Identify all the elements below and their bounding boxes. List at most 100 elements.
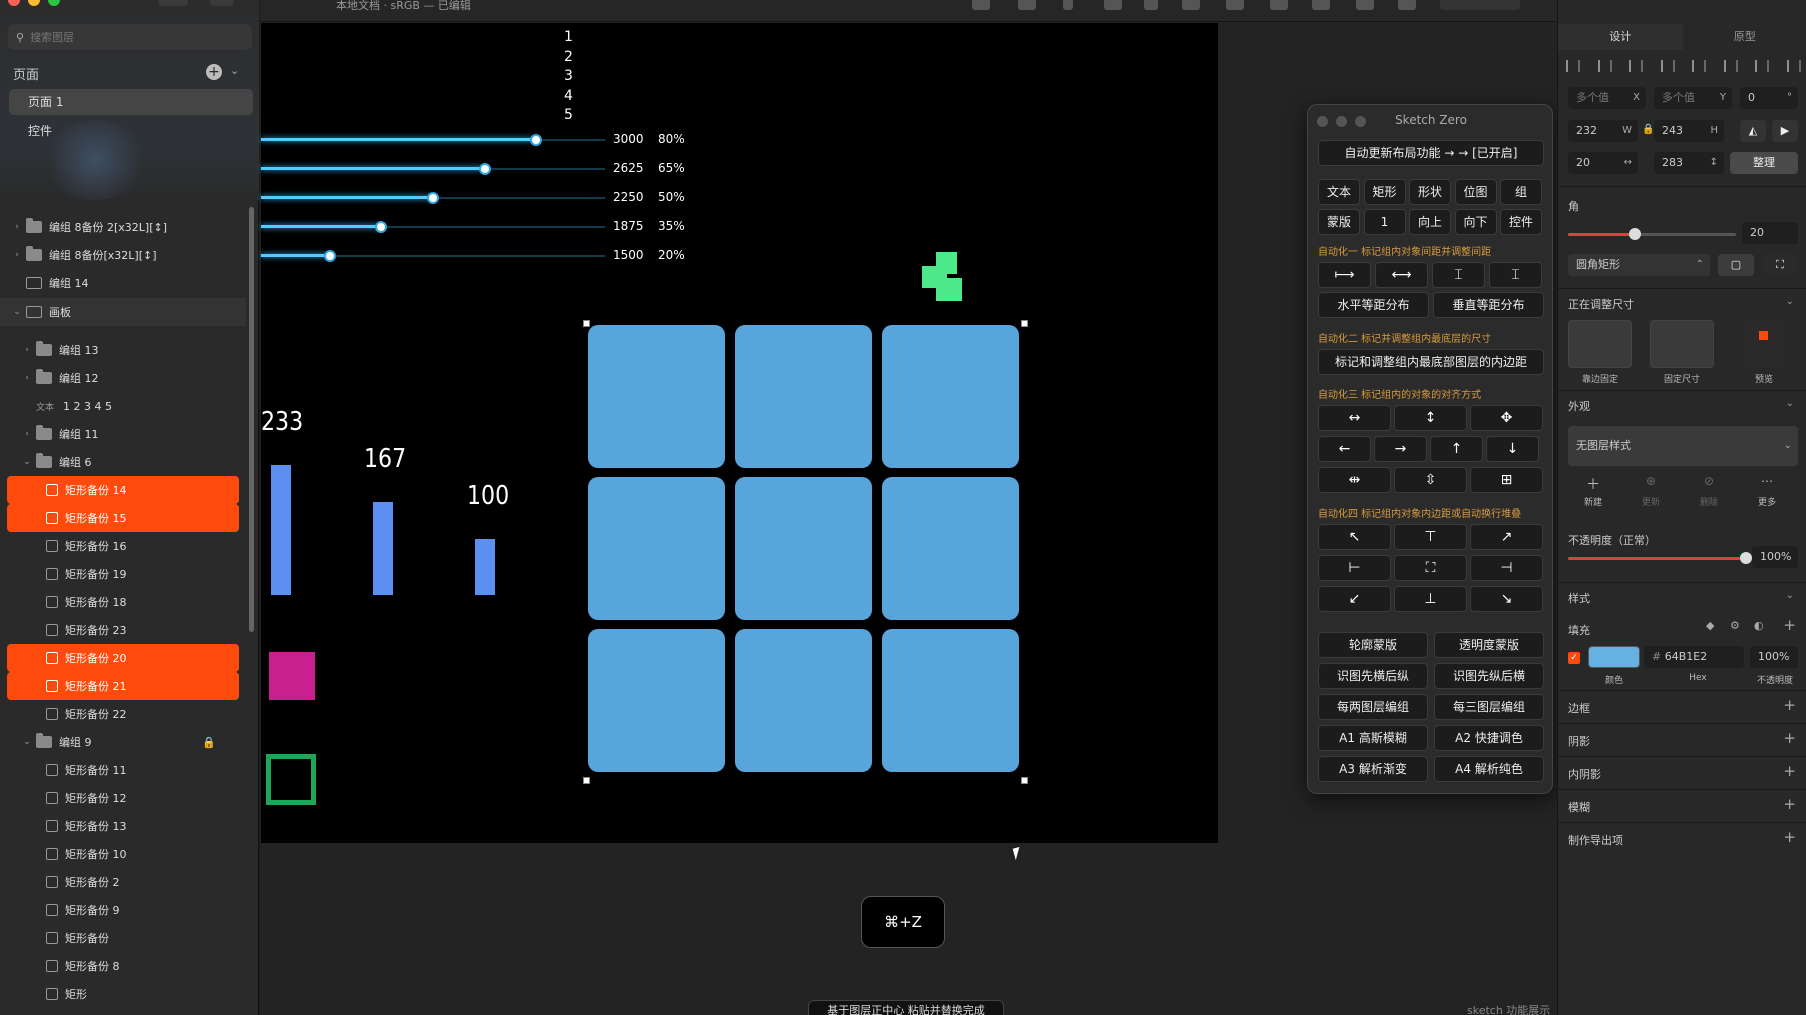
value-slider[interactable]: 1500 20% bbox=[261, 248, 711, 263]
grid-tile[interactable] bbox=[882, 477, 1019, 620]
layers-icon[interactable]: ◆ bbox=[1706, 619, 1714, 632]
update-style-icon[interactable]: ⊕ bbox=[1626, 474, 1676, 488]
flip-vertical-icon[interactable]: ▶ bbox=[1772, 120, 1798, 142]
corner-radius-slider[interactable] bbox=[1568, 228, 1736, 240]
zoom-window-button[interactable] bbox=[48, 0, 60, 6]
select-type-button[interactable]: 文本 bbox=[1318, 179, 1360, 205]
delete-style-icon[interactable]: ⊘ bbox=[1684, 474, 1734, 488]
distribute-horizontal-button[interactable]: 水平等距分布 bbox=[1318, 292, 1429, 318]
layer-row[interactable]: ⌄ 编组 9 🔒 bbox=[0, 728, 246, 756]
layer-action-button[interactable]: 1 bbox=[1363, 209, 1406, 235]
chevron-right-icon[interactable]: › bbox=[12, 222, 22, 232]
align-right-icon[interactable] bbox=[1692, 60, 1707, 72]
distribute-horizontal-icon[interactable] bbox=[1566, 60, 1580, 72]
boolean-icon[interactable] bbox=[1226, 0, 1244, 10]
add-fill-icon[interactable]: + bbox=[1783, 616, 1796, 634]
middle-left-icon[interactable]: ⊢ bbox=[1318, 555, 1391, 581]
fixed-size-box[interactable] bbox=[1650, 320, 1714, 368]
top-left-icon[interactable]: ↖ bbox=[1318, 524, 1391, 550]
detect-row-first-button[interactable]: 识图先横后纵 bbox=[1318, 663, 1428, 689]
top-center-icon[interactable]: ⊤ bbox=[1394, 524, 1467, 550]
symbol-icon[interactable] bbox=[1144, 0, 1158, 10]
layer-row[interactable]: 矩形备份 8 bbox=[0, 952, 246, 980]
layer-row[interactable]: 矩形备份 22 bbox=[0, 700, 246, 728]
fill-both-icon[interactable]: ⊞ bbox=[1470, 467, 1543, 493]
layer-row[interactable]: 矩形备份 18 bbox=[0, 588, 246, 616]
expand-corners-icon[interactable]: ⛶ bbox=[1762, 254, 1798, 276]
align-center-icon[interactable] bbox=[1660, 60, 1675, 72]
grid-tile[interactable] bbox=[588, 325, 725, 468]
bottom-center-icon[interactable]: ⊥ bbox=[1394, 586, 1467, 612]
layer-row[interactable]: 矩形备份 10 bbox=[0, 840, 246, 868]
layer-row[interactable]: 矩形备份 19 bbox=[0, 560, 246, 588]
layer-action-button[interactable]: 向上 bbox=[1409, 209, 1451, 235]
lock-ratio-icon[interactable]: 🔒 bbox=[1642, 124, 1654, 135]
middle-right-icon[interactable]: ⊣ bbox=[1470, 555, 1543, 581]
detect-column-first-button[interactable]: 识图先纵后横 bbox=[1434, 663, 1544, 689]
gaussian-blur-button[interactable]: A1 高斯模糊 bbox=[1318, 725, 1428, 751]
parse-solid-color-button[interactable]: A4 解析纯色 bbox=[1434, 756, 1544, 782]
chevron-right-icon[interactable]: › bbox=[22, 345, 32, 355]
selection-handle[interactable] bbox=[583, 777, 590, 784]
fill-width-icon[interactable]: ⇹ bbox=[1318, 467, 1391, 493]
mask-icon[interactable] bbox=[1182, 0, 1200, 10]
spacing-fixed-icon[interactable]: ⌶ bbox=[1489, 262, 1542, 288]
x-field[interactable]: 多个值 X bbox=[1568, 87, 1646, 109]
gear-icon[interactable]: ⚙ bbox=[1730, 619, 1740, 632]
layer-search[interactable]: ⚲ bbox=[8, 24, 252, 50]
add-border-icon[interactable]: + bbox=[1783, 696, 1796, 714]
forward-icon[interactable] bbox=[1312, 0, 1330, 10]
grid-tile[interactable] bbox=[735, 629, 872, 772]
layer-row[interactable]: ⌄ 编组 6 bbox=[0, 448, 246, 476]
selection-handle[interactable] bbox=[583, 320, 590, 327]
page-item-1[interactable]: 页面 1 bbox=[9, 89, 253, 115]
distribute-vertical-button[interactable]: 垂直等距分布 bbox=[1433, 292, 1544, 318]
page-item-controls[interactable]: 控件 bbox=[9, 118, 253, 144]
width-field[interactable]: 232 W bbox=[1568, 120, 1638, 142]
slider-knob[interactable] bbox=[479, 163, 491, 175]
new-style-icon[interactable]: ＋ bbox=[1568, 474, 1618, 494]
align-up-icon[interactable]: ↑ bbox=[1430, 436, 1483, 462]
slider-knob[interactable] bbox=[530, 134, 542, 146]
align-left-icon[interactable]: ← bbox=[1318, 436, 1371, 462]
slider-knob[interactable] bbox=[427, 192, 439, 204]
chevron-down-icon[interactable]: ⌄ bbox=[1786, 296, 1794, 307]
select-type-button[interactable]: 矩形 bbox=[1363, 179, 1406, 205]
minimize-window-button[interactable] bbox=[28, 0, 40, 6]
grid-tile[interactable] bbox=[882, 325, 1019, 468]
spacing-equal-icon[interactable]: ⟷ bbox=[1375, 262, 1428, 288]
layer-row[interactable]: 矩形备份 2 bbox=[0, 868, 246, 896]
mark-padding-button[interactable]: 标记和调整组内最底部图层的内边距 bbox=[1318, 349, 1544, 375]
add-export-icon[interactable]: + bbox=[1783, 828, 1796, 846]
distribute-vertical-icon[interactable] bbox=[1597, 60, 1612, 72]
corner-style-select[interactable]: 圆角矩形 ⌃ bbox=[1568, 254, 1710, 276]
layer-row[interactable]: › 编组 8备份[x32L][↕] bbox=[0, 241, 246, 269]
height-field[interactable]: 243 H bbox=[1654, 120, 1724, 142]
stretch-vertical-icon[interactable]: ↕ bbox=[1394, 405, 1467, 431]
chevron-down-icon[interactable]: ⌄ bbox=[1786, 590, 1794, 601]
magenta-square[interactable] bbox=[269, 652, 315, 700]
opacity-field[interactable]: 100% bbox=[1752, 546, 1798, 568]
value-slider[interactable]: 1875 35% bbox=[261, 219, 711, 234]
tidy-button[interactable]: 整理 bbox=[1730, 152, 1798, 174]
tab-prototype[interactable]: 原型 bbox=[1683, 24, 1806, 50]
align-left-icon[interactable] bbox=[1629, 60, 1644, 72]
chevron-right-icon[interactable]: › bbox=[22, 429, 32, 439]
auto-update-toggle-button[interactable]: 自动更新布局功能 → → [已开启] bbox=[1318, 140, 1544, 166]
layer-row[interactable]: › 编组 8备份 2[x32L][↕] bbox=[0, 213, 246, 241]
top-right-icon[interactable]: ↗ bbox=[1470, 524, 1543, 550]
value-slider[interactable]: 3000 80% bbox=[261, 132, 711, 147]
value-slider[interactable]: 2625 65% bbox=[261, 161, 711, 176]
grid-tile[interactable] bbox=[588, 629, 725, 772]
layer-row[interactable]: 矩形备份 16 bbox=[0, 532, 246, 560]
shape-icon[interactable] bbox=[1018, 0, 1036, 10]
blend-icon[interactable]: ◐ bbox=[1754, 619, 1764, 632]
add-blur-icon[interactable]: + bbox=[1783, 795, 1796, 813]
layer-action-button[interactable]: 向下 bbox=[1454, 209, 1497, 235]
layer-row[interactable]: › 编组 11 bbox=[0, 420, 246, 448]
layer-row[interactable]: 矩形备份 21 bbox=[7, 672, 239, 700]
artboard-icon[interactable] bbox=[1104, 0, 1122, 10]
center-icon[interactable]: ⛶ bbox=[1394, 555, 1467, 581]
layer-action-button[interactable]: 蒙版 bbox=[1318, 209, 1360, 235]
corner-mode-button[interactable]: ▢ bbox=[1718, 254, 1754, 276]
